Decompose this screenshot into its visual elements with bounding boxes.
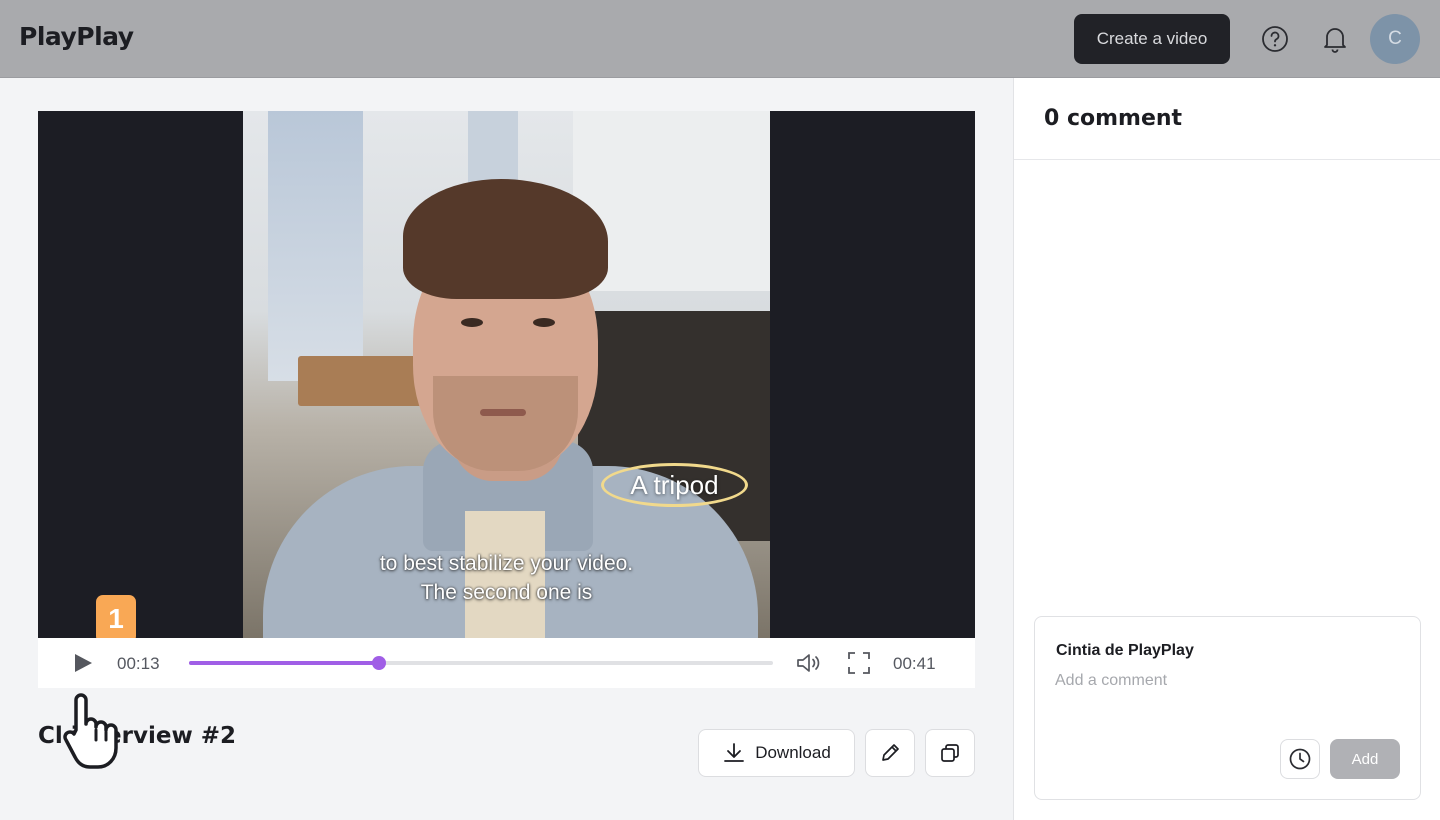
comment-composer: Cintia de PlayPlay Add [1034,616,1421,800]
fullscreen-icon[interactable] [846,650,872,676]
play-icon[interactable] [72,653,94,673]
step-badge: 1 [96,595,136,643]
create-video-button[interactable]: Create a video [1074,14,1230,64]
video-frame: A tripod to best stabilize your video. T… [243,111,770,638]
subtitle-line-1: to best stabilize your video. [243,549,770,578]
duplicate-button[interactable] [925,729,975,777]
comments-title: 0 comment [1044,106,1182,131]
download-icon [722,742,746,764]
video-player[interactable]: A tripod to best stabilize your video. T… [38,111,975,638]
copy-icon [939,742,961,764]
progress-slider[interactable] [189,661,773,665]
top-bar: PlayPlay Create a video C [0,0,1440,78]
comment-input[interactable] [1055,672,1395,690]
subtitle-line-2: The second one is [243,578,770,607]
logo[interactable]: PlayPlay [19,22,134,51]
avatar[interactable]: C [1370,14,1420,64]
bell-icon [1322,25,1348,53]
notifications-button[interactable] [1320,24,1350,54]
question-circle-icon [1261,25,1289,53]
comments-panel: 0 comment Cintia de PlayPlay Add [1013,78,1440,820]
duration: 00:41 [893,654,936,674]
video-overlay-tag: A tripod [601,463,748,507]
edit-button[interactable] [865,729,915,777]
progress-fill [189,661,379,665]
current-time: 00:13 [117,654,160,674]
pencil-icon [879,742,901,764]
pointer-hand-icon [60,690,126,770]
timestamp-button[interactable] [1280,739,1320,779]
video-subtitle: to best stabilize your video. The second… [243,549,770,607]
player-controls: 00:13 00:41 [38,638,975,688]
help-icon[interactable] [1260,24,1290,54]
add-comment-button[interactable]: Add [1330,739,1400,779]
comment-author: Cintia de PlayPlay [1056,642,1194,660]
download-button[interactable]: Download [698,729,855,777]
clock-icon [1288,747,1312,771]
divider [1014,159,1440,160]
progress-handle[interactable] [372,656,386,670]
download-label: Download [755,743,831,763]
volume-icon[interactable] [795,650,821,676]
